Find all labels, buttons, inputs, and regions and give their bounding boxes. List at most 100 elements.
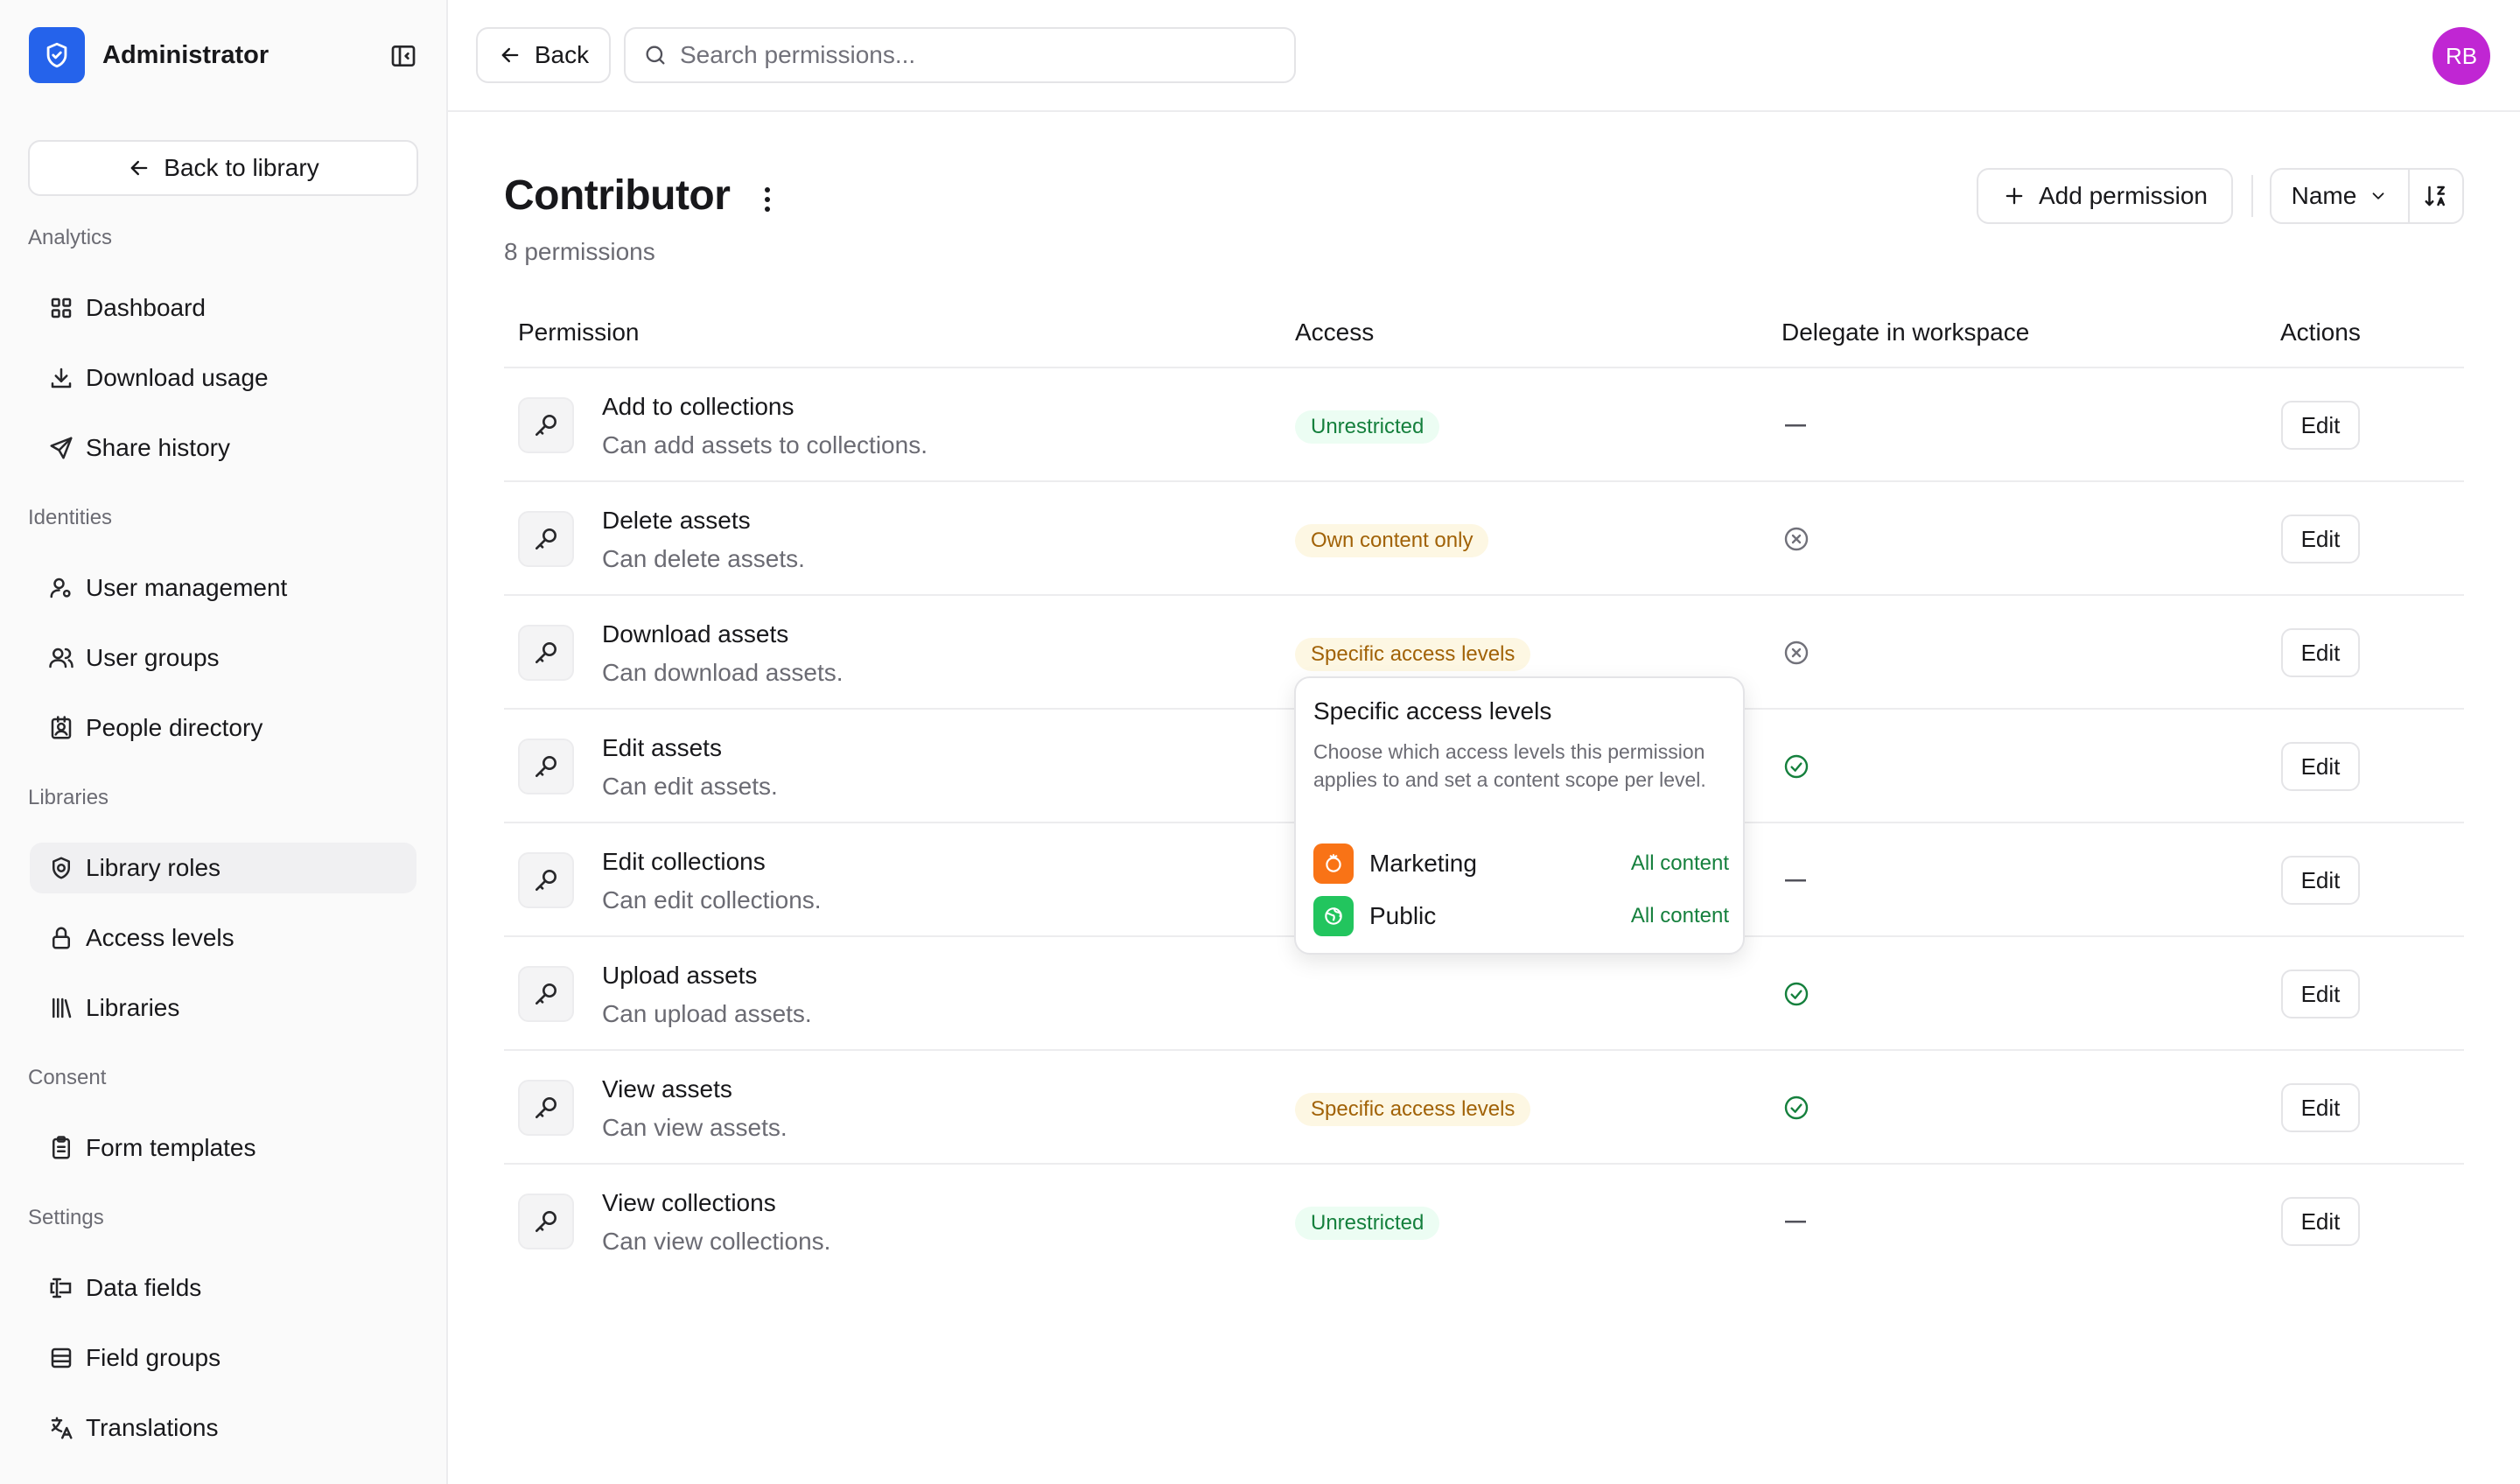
edit-button[interactable]: Edit	[2281, 856, 2360, 905]
permission-name: View collections	[602, 1189, 776, 1216]
permission-description: Can edit assets.	[602, 773, 778, 800]
key-icon	[518, 511, 574, 567]
edit-button[interactable]: Edit	[2281, 628, 2360, 677]
key-icon	[518, 1080, 574, 1136]
sidebar-item-download-usage[interactable]: Download usage	[30, 353, 416, 403]
section-title-consent: Consent	[28, 1066, 107, 1089]
sort-direction-icon[interactable]	[2410, 170, 2462, 222]
sort-field-label: Name	[2291, 182, 2357, 209]
check-circle-icon	[1782, 979, 1811, 1009]
access-level-scope: All content	[1630, 904, 1729, 928]
more-options-icon[interactable]	[754, 182, 780, 217]
arrow-left-icon	[130, 160, 148, 176]
access-badge: Own content only	[1295, 524, 1489, 557]
access-level-name: Marketing	[1369, 850, 1477, 877]
sidebar-collapse-icon[interactable]	[388, 41, 418, 71]
sidebar-item-label: Libraries	[86, 994, 180, 1021]
sidebar-item-translations[interactable]: Translations	[30, 1403, 416, 1453]
edit-button[interactable]: Edit	[2281, 1197, 2360, 1246]
section-title-identities: Identities	[28, 506, 113, 529]
permission-description: Can download assets.	[602, 659, 844, 686]
sort-control: Name	[2270, 168, 2464, 224]
arrow-left-icon	[501, 47, 519, 63]
popover-title: Specific access levels	[1313, 697, 1552, 724]
edit-button[interactable]: Edit	[2281, 742, 2360, 791]
sidebar-item-field-groups[interactable]: Field groups	[30, 1333, 416, 1383]
chevron-down-icon	[2372, 192, 2384, 200]
section-title-analytics: Analytics	[28, 226, 113, 249]
edit-button[interactable]: Edit	[2281, 1083, 2360, 1132]
app-name: Administrator	[102, 40, 270, 69]
sidebar-item-label: Form templates	[86, 1134, 256, 1161]
key-icon	[518, 852, 574, 908]
plus-icon	[2006, 187, 2023, 205]
edit-button[interactable]: Edit	[2281, 970, 2360, 1018]
back-to-library-button[interactable]: Back to library	[28, 140, 418, 196]
add-permission-button[interactable]: Add permission	[1977, 168, 2233, 224]
x-circle-icon	[1782, 638, 1811, 668]
contact-icon	[47, 714, 75, 742]
sidebar-item-label: User groups	[86, 644, 220, 671]
permission-name: Download assets	[602, 620, 789, 648]
access-badge[interactable]: Specific access levels	[1295, 638, 1531, 671]
sidebar-item-user-groups[interactable]: User groups	[30, 633, 416, 683]
edit-button[interactable]: Edit	[2281, 514, 2360, 564]
permission-description: Can edit collections.	[602, 886, 822, 914]
toolbar-divider	[2251, 175, 2253, 217]
sidebar-item-libraries[interactable]: Libraries	[30, 983, 416, 1033]
lock-icon	[47, 924, 75, 952]
permission-name: Edit assets	[602, 734, 722, 761]
search-icon	[646, 46, 665, 65]
sidebar-item-access-levels[interactable]: Access levels	[30, 913, 416, 963]
page-title: Contributor	[504, 172, 731, 219]
user-cog-icon	[47, 574, 75, 602]
brand: Administrator	[29, 27, 269, 83]
shield-cog-icon	[47, 854, 75, 882]
search-input[interactable]	[680, 41, 1249, 69]
column-header-permission: Permission	[518, 318, 640, 346]
clipboard-icon	[47, 1134, 75, 1162]
search-box[interactable]	[624, 27, 1296, 83]
sidebar-item-label: Download usage	[86, 364, 269, 391]
permission-description: Can upload assets.	[602, 1000, 812, 1027]
key-icon	[518, 1194, 574, 1250]
column-header-delegate: Delegate in workspace	[1782, 318, 2030, 346]
permission-description: Can view collections.	[602, 1228, 831, 1255]
sidebar-item-user-management[interactable]: User management	[30, 563, 416, 613]
sidebar-item-library-roles[interactable]: Library roles	[30, 843, 416, 893]
edit-button[interactable]: Edit	[2281, 401, 2360, 450]
permission-name: Delete assets	[602, 507, 751, 534]
column-header-actions: Actions	[2280, 318, 2361, 346]
sort-field-select[interactable]: Name	[2272, 170, 2410, 222]
users-icon	[47, 644, 75, 672]
sidebar-item-label: People directory	[86, 714, 263, 741]
table-icon	[47, 1344, 75, 1372]
user-avatar[interactable]: RB	[2432, 27, 2490, 85]
key-icon	[518, 625, 574, 681]
sidebar-item-dashboard[interactable]: Dashboard	[30, 283, 416, 333]
key-icon	[518, 397, 574, 453]
back-button[interactable]: Back	[476, 27, 611, 83]
sidebar-item-share-history[interactable]: Share history	[30, 423, 416, 473]
sidebar-item-data-fields[interactable]: Data fields	[30, 1263, 416, 1313]
access-badge[interactable]: Specific access levels	[1295, 1093, 1531, 1126]
dash-icon	[1782, 410, 1811, 440]
sidebar-item-label: Field groups	[86, 1344, 221, 1371]
sidebar-item-label: Library roles	[86, 854, 221, 881]
text-field-icon	[47, 1274, 75, 1302]
sidebar-item-form-templates[interactable]: Form templates	[30, 1123, 416, 1173]
table-row: Delete assets Can delete assets. Own con…	[504, 482, 2464, 596]
permission-description: Can delete assets.	[602, 545, 805, 572]
sidebar-item-label: Dashboard	[86, 294, 206, 321]
section-title-libraries: Libraries	[28, 786, 109, 809]
add-permission-label: Add permission	[2039, 182, 2208, 209]
permission-description: Can view assets.	[602, 1114, 788, 1141]
section-title-settings: Settings	[28, 1206, 104, 1229]
back-button-label: Back	[534, 41, 590, 68]
download-icon	[47, 364, 75, 392]
key-icon	[518, 966, 574, 1022]
x-circle-icon	[1782, 524, 1811, 554]
public-level-icon	[1313, 896, 1354, 936]
library-icon	[47, 994, 75, 1022]
sidebar-item-people-directory[interactable]: People directory	[30, 703, 416, 753]
